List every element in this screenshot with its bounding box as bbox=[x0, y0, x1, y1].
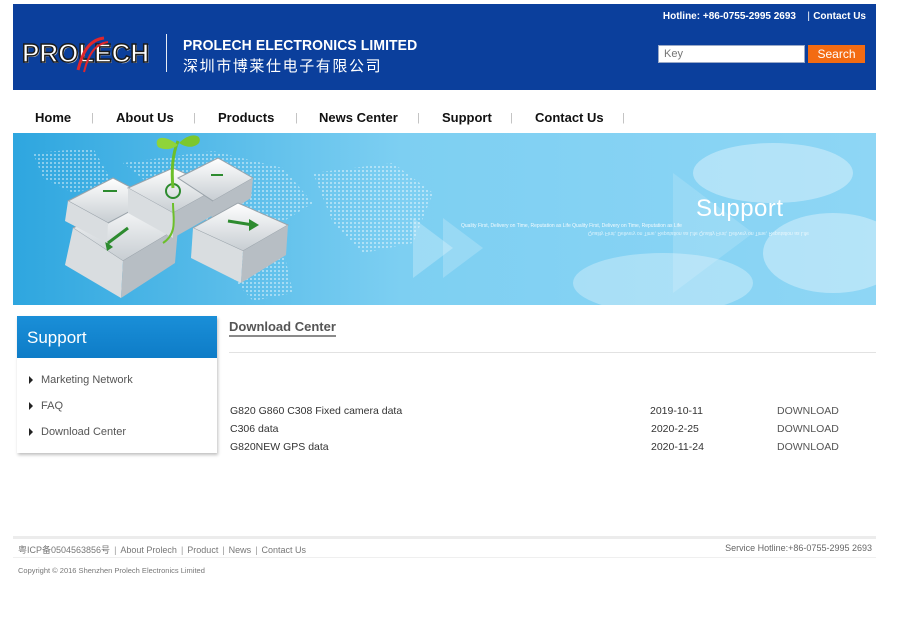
sidebar-item-label: FAQ bbox=[41, 400, 64, 412]
nav-contact-us[interactable]: Contact Us bbox=[535, 110, 604, 125]
download-name[interactable]: G820NEW GPS data bbox=[230, 441, 329, 453]
icp-record: 粤ICP备0504563856号 bbox=[18, 545, 111, 555]
content-divider bbox=[229, 352, 876, 353]
nav-separator: | bbox=[193, 112, 196, 124]
download-name[interactable]: G820 G860 C308 Fixed camera data bbox=[230, 405, 402, 417]
download-row: G820 G860 C308 Fixed camera data 2019-10… bbox=[230, 405, 850, 419]
search-input[interactable] bbox=[658, 45, 805, 63]
support-banner: Support Quality First, Delivery on Time,… bbox=[13, 133, 876, 305]
download-row: C306 data 2020-2-25 DOWNLOAD bbox=[230, 423, 850, 437]
sidebar-item-label: Marketing Network bbox=[41, 374, 133, 386]
nav-home[interactable]: Home bbox=[35, 110, 71, 125]
header-separator: | bbox=[807, 11, 810, 22]
nav-separator: | bbox=[510, 112, 513, 124]
download-row: G820NEW GPS data 2020-11-24 DOWNLOAD bbox=[230, 441, 850, 455]
banner-tagline: Quality First, Delivery on Time, Reputat… bbox=[461, 223, 682, 229]
nav-separator: | bbox=[622, 112, 625, 124]
caret-right-icon bbox=[29, 428, 33, 436]
banner-title: Support bbox=[696, 195, 784, 222]
download-link[interactable]: DOWNLOAD bbox=[777, 441, 839, 453]
main-nav: Home | About Us | Products | News Center… bbox=[13, 102, 876, 132]
caret-right-icon bbox=[29, 402, 33, 410]
company-name-cn: 深圳市博莱仕电子有限公司 bbox=[183, 58, 383, 75]
sidebar-item-download-center[interactable]: Download Center bbox=[29, 426, 126, 438]
download-date: 2020-11-24 bbox=[651, 441, 704, 453]
header-divider bbox=[166, 34, 167, 72]
footer-link-product[interactable]: Product bbox=[187, 545, 218, 555]
search-button[interactable]: Search bbox=[808, 45, 865, 63]
footer-link-news[interactable]: News bbox=[229, 545, 252, 555]
footer-divider bbox=[13, 557, 876, 558]
sidebar-item-faq[interactable]: FAQ bbox=[29, 400, 64, 412]
header-hotline: Hotline: +86-0755-2995 2693 bbox=[662, 11, 796, 22]
nav-products[interactable]: Products bbox=[218, 110, 274, 125]
site-logo[interactable]: PROLECH bbox=[21, 32, 152, 73]
download-link[interactable]: DOWNLOAD bbox=[777, 423, 839, 435]
footer-hotline: Service Hotline:+86-0755-2995 2693 bbox=[725, 543, 872, 553]
nav-about-us[interactable]: About Us bbox=[116, 110, 174, 125]
footer-link-about[interactable]: About Prolech bbox=[120, 545, 177, 555]
nav-support[interactable]: Support bbox=[442, 110, 492, 125]
download-link[interactable]: DOWNLOAD bbox=[777, 405, 839, 417]
nav-news-center[interactable]: News Center bbox=[319, 110, 398, 125]
nav-separator: | bbox=[295, 112, 298, 124]
footer-links: 粤ICP备0504563856号 | About Prolech | Product | N… bbox=[18, 545, 307, 555]
header-contact-link[interactable]: Contact Us bbox=[813, 11, 866, 22]
caret-right-icon bbox=[29, 376, 33, 384]
copyright: Copyright © 2016 Shenzhen Prolech Electr… bbox=[18, 566, 205, 575]
nav-separator: | bbox=[91, 112, 94, 124]
sidebar-item-marketing-network[interactable]: Marketing Network bbox=[29, 374, 133, 386]
banner-tagline-reflection: Quality First, Delivery on Time, Reputat… bbox=[588, 230, 809, 236]
page-title: Download Center bbox=[229, 319, 336, 337]
download-date: 2019-10-11 bbox=[650, 405, 703, 417]
download-date: 2020-2-25 bbox=[651, 423, 699, 435]
download-name[interactable]: C306 data bbox=[230, 423, 278, 435]
logo-swoosh-icon bbox=[76, 36, 109, 73]
sidebar: Support Marketing Network FAQ Download C… bbox=[17, 316, 217, 453]
nav-separator: | bbox=[417, 112, 420, 124]
company-name-en: PROLECH ELECTRONICS LIMITED bbox=[183, 37, 418, 54]
sidebar-title: Support bbox=[17, 316, 217, 358]
sidebar-item-label: Download Center bbox=[41, 426, 126, 438]
site-header: PROLECH PROLECH ELECTRONICS LIMITED 深圳市博… bbox=[13, 4, 876, 90]
footer-link-contact[interactable]: Contact Us bbox=[262, 545, 307, 555]
footer-divider bbox=[13, 536, 876, 539]
